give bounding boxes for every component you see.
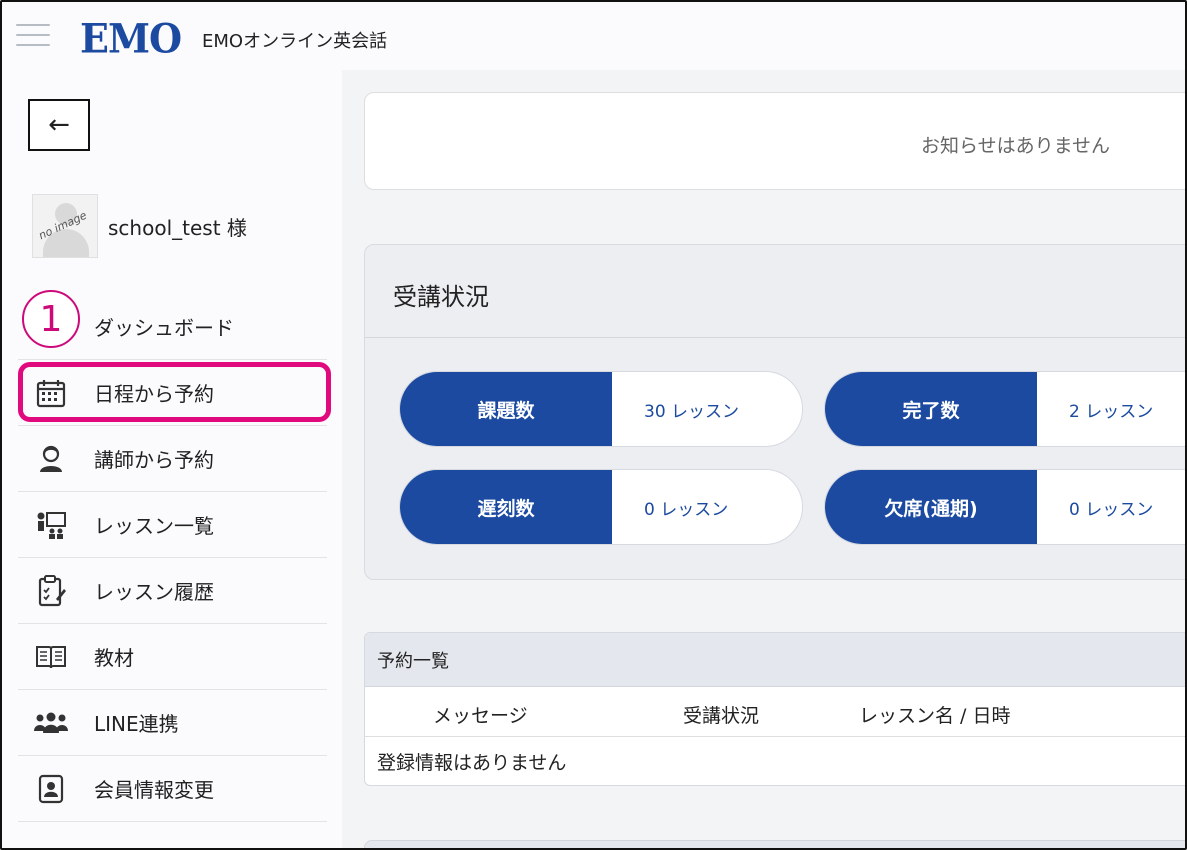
stat-label: 課題数: [400, 372, 612, 446]
back-button[interactable]: ←: [28, 99, 90, 151]
logo[interactable]: EMO: [80, 15, 182, 62]
top-bar: EMO EMOオンライン英会話: [2, 2, 1185, 70]
sidebar-item-materials[interactable]: 教材: [18, 624, 327, 690]
sidebar-item-label: 教材: [94, 646, 134, 670]
sidebar-item-teacher-booking[interactable]: 講師から予約: [18, 426, 327, 492]
sidebar-item-label: 日程から予約: [94, 382, 214, 406]
sidebar-item-label: レッスン一覧: [94, 514, 214, 538]
empty-message: 登録情報はありません: [377, 751, 567, 774]
users-icon: [34, 706, 68, 740]
sidebar-item-lesson-list[interactable]: レッスン一覧: [18, 492, 327, 558]
lesson-list-icon: [34, 508, 68, 542]
profile-icon: [34, 772, 68, 806]
sidebar-item-member-info[interactable]: 会員情報変更: [18, 756, 327, 822]
app-name: EMOオンライン英会話: [202, 31, 388, 52]
stat-value: 0 レッスン: [1037, 470, 1185, 544]
teacher-icon: [34, 442, 68, 476]
user-name: school_test 様: [108, 215, 247, 240]
reservation-list-title: 予約一覧: [365, 633, 1185, 687]
next-panel: [364, 840, 1185, 848]
book-icon: [34, 640, 68, 674]
table-header: メッセージ 受講状況 レッスン名 / 日時: [365, 687, 1185, 737]
sidebar-item-label: 講師から予約: [94, 448, 214, 472]
notice-text: お知らせはありません: [921, 135, 1111, 157]
sidebar-nav: ダッシュボード 日程から予約 講師から予約 レッスン一覧 レッスン履歴 教材 L…: [18, 294, 327, 822]
sidebar-item-label: レッスン履歴: [94, 580, 214, 604]
reservation-list: 予約一覧 メッセージ 受講状況 レッスン名 / 日時 登録情報はありません: [364, 632, 1185, 786]
stat-value: 0 レッスン: [612, 470, 802, 544]
sidebar-item-label: ダッシュボード: [94, 316, 234, 340]
status-title: 受講状況: [393, 283, 489, 311]
sidebar-item-lesson-history[interactable]: レッスン履歴: [18, 558, 327, 624]
hamburger-menu-icon[interactable]: [16, 24, 50, 48]
stat-label: 欠席(通期): [825, 470, 1037, 544]
calendar-icon: [34, 376, 68, 410]
stat-assignments: 課題数 30 レッスン: [399, 371, 803, 447]
stat-late: 遅刻数 0 レッスン: [399, 469, 803, 545]
column-header-lesson: レッスン名 / 日時: [859, 705, 1011, 727]
divider: [365, 337, 1185, 338]
stat-value: 30 レッスン: [612, 372, 802, 446]
stat-label: 遅刻数: [400, 470, 612, 544]
stat-completed: 完了数 2 レッスン: [824, 371, 1185, 447]
stat-label: 完了数: [825, 372, 1037, 446]
sidebar-item-label: 会員情報変更: [94, 778, 214, 802]
column-header-status: 受講状況: [683, 705, 760, 727]
notice-panel: お知らせはありません: [364, 92, 1185, 190]
app-window: EMO EMOオンライン英会話 ← no image school_test 様…: [0, 0, 1187, 850]
clipboard-icon: [34, 574, 68, 608]
annotation-number-marker: 1: [22, 290, 80, 348]
lesson-status-card: 受講状況 課題数 30 レッスン 完了数 2 レッスン 遅刻数 0 レッスン 欠…: [364, 244, 1185, 580]
sidebar-item-label: LINE連携: [94, 712, 179, 736]
main-content: お知らせはありません 受講状況 課題数 30 レッスン 完了数 2 レッスン 遅…: [342, 70, 1185, 848]
column-header-message: メッセージ: [433, 705, 528, 727]
sidebar-item-schedule-booking[interactable]: 日程から予約: [18, 360, 327, 426]
stat-absent: 欠席(通期) 0 レッスン: [824, 469, 1185, 545]
sidebar: ← no image school_test 様 1 ダッシュボード 日程から予…: [2, 70, 342, 848]
user-info: no image school_test 様: [32, 194, 247, 258]
stat-value: 2 レッスン: [1037, 372, 1185, 446]
avatar: no image: [32, 194, 98, 258]
sidebar-item-line-link[interactable]: LINE連携: [18, 690, 327, 756]
